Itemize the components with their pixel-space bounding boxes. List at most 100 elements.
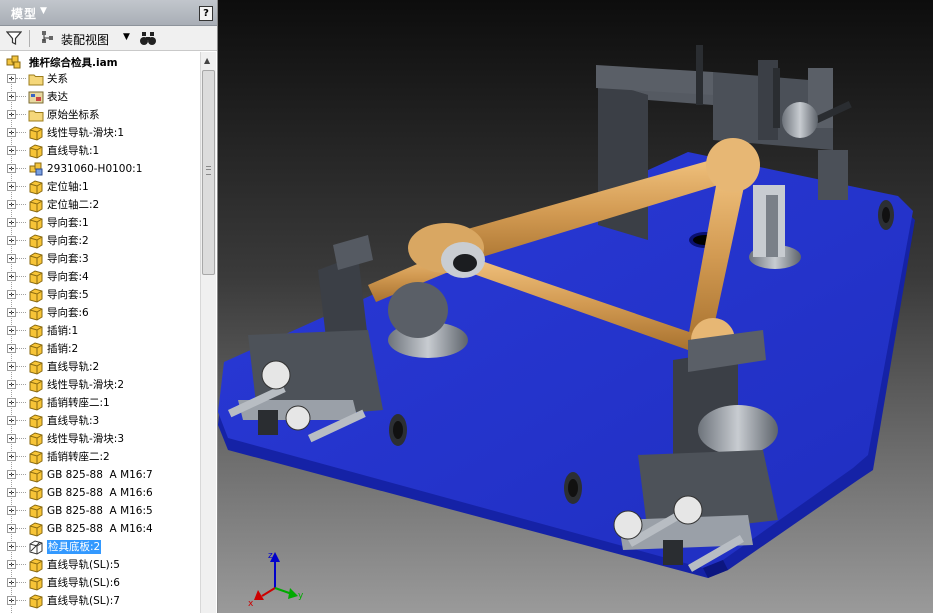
tree-connector <box>16 456 26 457</box>
tree-item[interactable]: 定位轴二:2 <box>0 196 200 214</box>
tree-item-label: 关系 <box>47 73 68 85</box>
folder-icon <box>28 107 44 123</box>
scrollbar-thumb[interactable] <box>202 70 215 275</box>
tree-connector <box>16 78 26 79</box>
tree-connector <box>16 492 26 493</box>
tree-connector <box>16 564 26 565</box>
tree-item[interactable]: 导向套:5 <box>0 286 200 304</box>
tree-connector <box>16 330 26 331</box>
tree-item-label: 插销转座二:1 <box>47 397 110 409</box>
svg-text:y: y <box>298 591 304 601</box>
part-icon <box>28 197 44 213</box>
tree-guide-line <box>11 76 12 613</box>
tree-item[interactable]: 直线导轨(SL):5 <box>0 556 200 574</box>
tree-item-label: 定位轴二:2 <box>47 199 100 211</box>
tree-item-label: 表达 <box>47 91 68 103</box>
tree-item-label: 插销:1 <box>47 325 79 337</box>
tree-item[interactable]: 导向套:2 <box>0 232 200 250</box>
tree-item[interactable]: 原始坐标系 <box>0 106 200 124</box>
tree-item[interactable]: 直线导轨(SL):7 <box>0 592 200 610</box>
part-icon <box>28 467 44 483</box>
tree-connector <box>16 474 26 475</box>
tree-item-label: 插销:2 <box>47 343 79 355</box>
part-icon <box>28 377 44 393</box>
tree-item[interactable]: 关系 <box>0 70 200 88</box>
model-3d-view[interactable]: z y x <box>218 0 933 613</box>
tree-item-label: 直线导轨(SL):7 <box>47 595 120 607</box>
tree-connector <box>16 546 26 547</box>
folder-icon <box>28 71 44 87</box>
part-icon <box>28 413 44 429</box>
tree-item[interactable]: 直线导轨:2 <box>0 358 200 376</box>
tree-connector <box>16 186 26 187</box>
tree-item-label: 导向套:2 <box>47 235 89 247</box>
assembly-view-icon <box>42 31 53 43</box>
tree-item[interactable]: 插销转座二:1 <box>0 394 200 412</box>
tree-item-label: 线性导轨-滑块:1 <box>47 127 125 139</box>
binoculars-icon[interactable] <box>139 30 157 46</box>
tree-scrollbar[interactable]: ▲ <box>200 52 216 613</box>
part-icon <box>28 593 44 609</box>
tree-item[interactable]: GB 825-88 A M16:4 <box>0 520 200 538</box>
tree-connector <box>16 132 26 133</box>
tree-item-label: 直线导轨(SL):5 <box>47 559 120 571</box>
tree-item-label: 直线导轨(SL):6 <box>47 577 120 589</box>
part-icon <box>28 449 44 465</box>
tree-item[interactable]: 线性导轨-滑块:3 <box>0 430 200 448</box>
graphics-viewport[interactable]: z y x <box>218 0 933 613</box>
tree-item-label: 导向套:1 <box>47 217 89 229</box>
tree-connector <box>16 528 26 529</box>
tree-item[interactable]: 插销转座二:2 <box>0 448 200 466</box>
tree-item[interactable]: 直线导轨(SL):6 <box>0 574 200 592</box>
help-button[interactable]: ? <box>199 6 213 21</box>
tree-connector <box>16 150 26 151</box>
tree-item-label: 线性导轨-滑块:2 <box>47 379 125 391</box>
tree-item[interactable]: 检具底板:2 <box>0 538 200 556</box>
part-icon <box>28 341 44 357</box>
svg-text:x: x <box>248 599 254 609</box>
tree-item[interactable]: 表达 <box>0 88 200 106</box>
tree-item-label: GB 825-88 A M16:5 <box>47 505 153 517</box>
part-icon <box>28 125 44 141</box>
tree-connector <box>16 222 26 223</box>
tree-item-label: 定位轴:1 <box>47 181 89 193</box>
tree-item[interactable]: GB 825-88 A M16:6 <box>0 484 200 502</box>
part-icon <box>28 179 44 195</box>
tree-item[interactable]: 直线导轨:3 <box>0 412 200 430</box>
tree-item[interactable]: 线性导轨-滑块:2 <box>0 376 200 394</box>
view-triad[interactable]: z y x <box>248 551 304 609</box>
tree-item[interactable]: 导向套:6 <box>0 304 200 322</box>
tree-item-label: 原始坐标系 <box>47 109 100 121</box>
assembly-view-dropdown[interactable]: 装配视图 <box>61 31 109 48</box>
tree-item[interactable]: 2931060-H0100:1 <box>0 160 200 178</box>
tree-item[interactable]: 插销:2 <box>0 340 200 358</box>
tree-item-label: 导向套:3 <box>47 253 89 265</box>
part-icon <box>28 269 44 285</box>
tree-item[interactable]: 定位轴:1 <box>0 178 200 196</box>
scroll-up-icon[interactable]: ▲ <box>204 56 210 65</box>
part-icon <box>28 305 44 321</box>
tree-item[interactable]: 导向套:4 <box>0 268 200 286</box>
tree-item[interactable]: 导向套:1 <box>0 214 200 232</box>
part-icon <box>28 575 44 591</box>
tree-connector <box>16 240 26 241</box>
part-icon <box>28 251 44 267</box>
tree-item[interactable]: 插销:1 <box>0 322 200 340</box>
tree-item-label: GB 825-88 A M16:4 <box>47 523 153 535</box>
tree-connector <box>16 96 26 97</box>
filter-icon[interactable] <box>6 30 22 46</box>
tree-item[interactable]: 直线导轨:1 <box>0 142 200 160</box>
tree-item[interactable]: 导向套:3 <box>0 250 200 268</box>
chevron-down-icon[interactable]: ▼ <box>123 32 130 42</box>
tree-connector <box>16 168 26 169</box>
tree-item[interactable]: GB 825-88 A M16:7 <box>0 466 200 484</box>
tree-item[interactable]: GB 825-88 A M16:5 <box>0 502 200 520</box>
chevron-down-icon[interactable]: ▼ <box>40 6 47 16</box>
tree-connector <box>16 582 26 583</box>
scrollbar-grip-icon <box>206 166 211 175</box>
browser-title[interactable]: 模型 <box>11 5 37 22</box>
tree-item[interactable]: 线性导轨-滑块:1 <box>0 124 200 142</box>
tree-connector <box>16 366 26 367</box>
browser-toolbar: 装配视图 ▼ <box>0 26 217 51</box>
part-selected-icon <box>28 539 44 555</box>
